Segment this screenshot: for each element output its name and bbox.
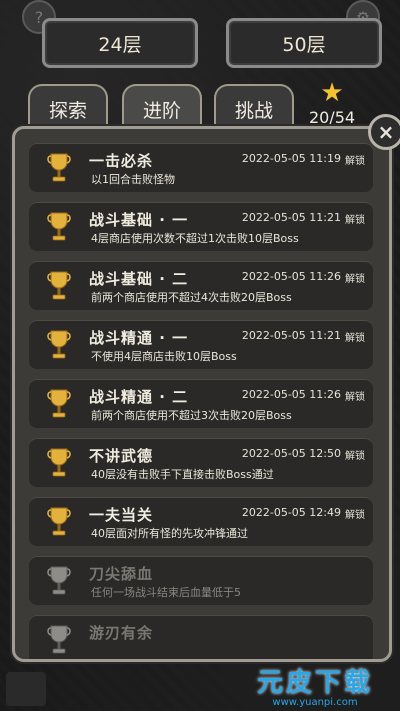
achievement-status: 解锁 xyxy=(345,451,365,462)
trophy-icon xyxy=(47,389,71,418)
achievement-card[interactable]: 战斗基础 · 二前两个商店使用不超过4次击败20层Boss 2022-05-05 … xyxy=(29,261,373,310)
achievement-time: 2022-05-05 11:21 xyxy=(241,329,341,342)
achievement-title: 战斗基础 · 二 xyxy=(89,270,189,288)
achievement-time: 2022-05-05 12:50 xyxy=(241,447,341,460)
achievement-title: 刀尖舔血 xyxy=(89,565,154,583)
star-count: 20/54 xyxy=(308,108,356,127)
achievement-desc: 4层商店使用次数不超过1次击败10层Boss xyxy=(91,232,299,245)
current-floor-badge: 24层 xyxy=(42,18,198,68)
current-floor-label: 24层 xyxy=(98,33,142,56)
achievement-status: 解锁 xyxy=(345,274,365,285)
tab-challenge-label: 挑战 xyxy=(234,99,273,122)
trophy-icon xyxy=(47,153,71,182)
trophy-icon xyxy=(47,448,71,477)
achievement-title: 不讲武德 xyxy=(89,447,154,465)
achievement-card[interactable]: 战斗精通 · 二前两个商店使用不超过3次击败20层Boss 2022-05-05 … xyxy=(29,379,373,428)
achievement-title: 战斗精通 · 二 xyxy=(89,388,189,406)
achievement-status: 解锁 xyxy=(345,215,365,226)
achievement-card[interactable]: 一夫当关 40层面对所有怪的先攻冲锋通过 2022-05-05 12:49 解锁 xyxy=(29,497,373,546)
close-icon[interactable]: × xyxy=(368,114,400,150)
locked-trophy-icon xyxy=(47,625,71,654)
achievement-status: 解锁 xyxy=(345,510,365,521)
achievement-status: 解锁 xyxy=(345,156,365,167)
tab-advance[interactable]: 进阶 xyxy=(122,84,202,132)
achievement-desc: 前两个商店使用不超过4次击败20层Boss xyxy=(91,291,292,304)
max-floor-label: 50层 xyxy=(282,33,326,56)
achievement-title: 战斗精通 · 一 xyxy=(89,329,189,347)
achievement-title: 战斗基础 · 一 xyxy=(89,211,189,229)
watermark-main: 元皮下载 xyxy=(256,668,373,698)
achievement-card[interactable]: 一击必杀以1回合击败怪物 2022-05-05 11:19 解锁 xyxy=(29,143,373,192)
star-icon: ★ xyxy=(320,78,344,108)
tab-explore-label: 探索 xyxy=(48,99,87,122)
achievement-title: 一击必杀 xyxy=(89,152,154,170)
achievement-status: 解锁 xyxy=(345,333,365,344)
tab-challenge[interactable]: 挑战 xyxy=(214,84,294,132)
achievement-time: 2022-05-05 11:26 xyxy=(241,270,341,283)
achievement-panel: 一击必杀 以1回合击败怪物 2022-05-05 11:19 解锁 战斗基础 · 一 4层… xyxy=(12,126,392,662)
star-counter: ★ 20/54 xyxy=(304,80,360,127)
achievement-time: 2022-05-05 12:49 xyxy=(241,506,341,519)
achievement-list[interactable]: 一击必杀 以1回合击败怪物 2022-05-05 11:19 解锁 战斗基础 · 一 4层… xyxy=(29,143,373,659)
achievement-card[interactable]: 战斗精通 · 一不使用4层商店击败10层Boss 2022-05-05 11:21… xyxy=(29,320,373,369)
achievement-desc: 任何一场战斗结束后血量低于5 xyxy=(91,586,241,599)
achievement-desc: 40层没有击败手下直接击败Boss通过 xyxy=(91,468,274,481)
achievement-card[interactable]: 不讲武德 40层没有击败手下直接击败Boss通过 2022-05-05 12:50 解… xyxy=(29,438,373,487)
achievement-time: 2022-05-05 11:19 xyxy=(241,152,341,165)
trophy-icon xyxy=(47,507,71,536)
achievement-card[interactable]: 游刃有余 xyxy=(29,615,373,659)
achievement-card[interactable]: 战斗基础 · 一 4层商店使用次数不超过1次击败10层Boss 2022-05-05… xyxy=(29,202,373,251)
achievement-desc: 前两个商店使用不超过3次击败20层Boss xyxy=(91,409,292,422)
watermark-logo: 元皮下载 www.yuanpi.com xyxy=(232,662,398,708)
corner-decoration xyxy=(6,672,46,706)
trophy-icon xyxy=(47,212,71,241)
max-floor-badge: 50层 xyxy=(226,18,382,68)
achievement-card[interactable]: 刀尖舔血任何一场战斗结束后血量低于5 xyxy=(29,556,373,605)
tab-advance-label: 进阶 xyxy=(142,99,181,122)
achievement-desc: 以1回合击败怪物 xyxy=(91,173,175,186)
achievement-time: 2022-05-05 11:21 xyxy=(241,211,341,224)
achievement-status: 解锁 xyxy=(345,392,365,403)
achievement-desc: 不使用4层商店击败10层Boss xyxy=(91,350,237,363)
locked-trophy-icon xyxy=(47,566,71,595)
achievement-title: 一夫当关 xyxy=(89,506,154,524)
achievement-time: 2022-05-05 11:26 xyxy=(241,388,341,401)
tab-explore[interactable]: 探索 xyxy=(28,84,108,132)
achievement-title: 游刃有余 xyxy=(89,624,154,642)
trophy-icon xyxy=(47,271,71,300)
close-glyph: × xyxy=(377,120,395,144)
trophy-icon xyxy=(47,330,71,359)
achievement-desc: 40层面对所有怪的先攻冲锋通过 xyxy=(91,527,248,540)
